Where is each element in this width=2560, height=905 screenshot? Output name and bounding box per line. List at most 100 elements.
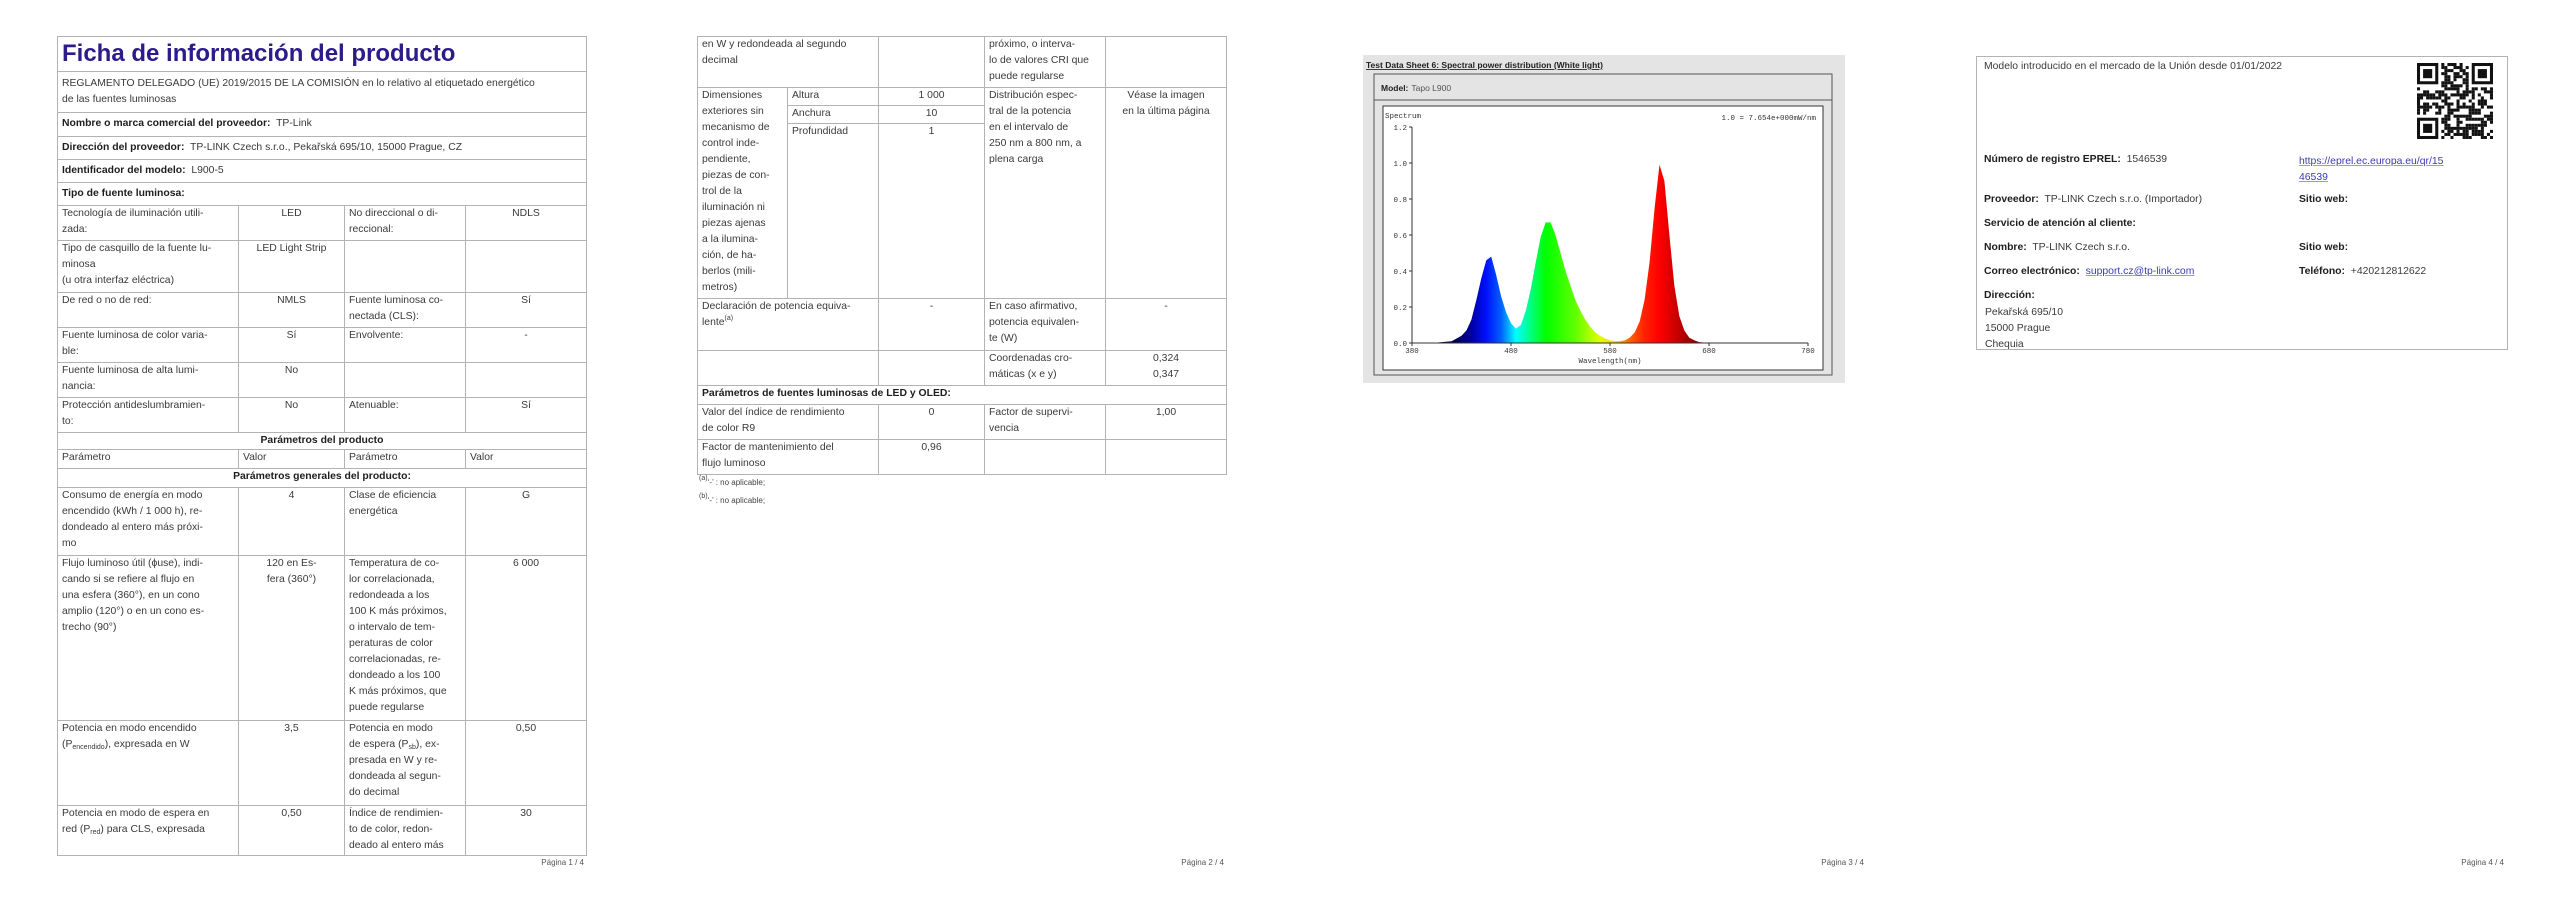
footnote: (b)‘-’ : no aplicable; [699, 493, 765, 505]
param-value: 1,00 [1105, 404, 1228, 440]
address-line: Chequia [1985, 339, 2024, 350]
param-value: 4 [238, 487, 345, 556]
footnote-text: ‘-’ : no aplicable; [707, 478, 766, 487]
param-label: Fuente luminosa co- nectada (CLS): [344, 292, 466, 328]
y-tick-label: 0.8 [1393, 197, 1407, 205]
table-row: Dimensiones exteriores sin mecanismo de … [697, 87, 1228, 299]
param-label: Consumo de energía en modo encendido (kW… [57, 487, 239, 556]
param-label: Potencia en modo de espera en red (Pred)… [57, 805, 239, 856]
model-line: Model: Tapo L900 [1381, 83, 1451, 93]
dimension-width-value: 10 [878, 105, 986, 124]
supplier-name-value: TP-Link [276, 118, 312, 129]
param-value: No [238, 397, 345, 433]
param-label: No direccional o di- reccional: [344, 205, 466, 241]
subscript: red [90, 829, 101, 836]
eprel-label: Número de registro EPREL: [1984, 154, 2121, 165]
supplier-address-row: Dirección del proveedor: TP-LINK Czech s… [57, 136, 587, 160]
table-row: Tipo de casquillo de la fuente lu- minos… [57, 240, 587, 293]
name-value: TP-LINK Czech s.r.o. [2032, 242, 2130, 253]
email-link[interactable]: support.cz@tp-link.com [2086, 266, 2195, 277]
dimensions-label: Dimensiones exteriores sin mecanismo de … [697, 87, 788, 299]
param-label: Factor de mantenimiento del flujo lumino… [696, 439, 880, 475]
model-id-label: Identificador del modelo: [62, 165, 186, 176]
y-tick-label: 0.6 [1393, 233, 1407, 241]
y-tick-label: 1.2 [1393, 125, 1407, 133]
email-label: Correo electrónico: [1984, 266, 2080, 277]
param-label: Potencia en modo encendido (Pencendido),… [57, 720, 239, 806]
param-value: NDLS [465, 205, 587, 241]
scale-annotation: 1.0 = 7.654e+000mW/nm [1721, 115, 1816, 123]
param-label: Fuente luminosa de alta lumi- nancia: [57, 362, 239, 398]
param-label: Índice de rendimien- to de color, redon-… [344, 805, 466, 856]
table-row: Fuente luminosa de color varia- ble: Sí En… [57, 327, 587, 363]
equiv-power-value: - [878, 298, 986, 351]
param-label: De red o no de red: [57, 292, 239, 328]
table-row: Potencia en modo encendido (Pencendido),… [57, 720, 587, 806]
param-value [1105, 439, 1228, 475]
chromaticity-label: Coordenadas cro- máticas (x e y) [984, 350, 1107, 386]
param-value [878, 36, 986, 88]
dimension-depth-label: Profundidad [786, 123, 880, 299]
param-value: 0 [878, 404, 986, 440]
param-label: Tecnología de iluminación utili- zada: [57, 205, 239, 241]
param-value: 120 en Es- fera (360°) [238, 555, 345, 721]
eprel-link[interactable]: https://eprel.ec.europa.eu/qr/15 46539 [2299, 154, 2443, 186]
param-label: Envolvente: [344, 327, 466, 363]
supplier-value: TP-LINK Czech s.r.o. (Importador) [2044, 194, 2203, 205]
col-header-value: Valor [465, 449, 587, 469]
table-row: Potencia en modo de espera en red (Pred)… [57, 805, 587, 856]
col-header-param: Parámetro [57, 449, 239, 469]
eprel-info-box: Modelo introducido en el mercado de la U… [1976, 56, 2508, 350]
led-params-heading: Parámetros de fuentes luminosas de LED y… [696, 385, 1228, 405]
spectrum-chart: Test Data Sheet 6: Spectral power distri… [1363, 55, 1845, 383]
param-label: Tipo de casquillo de la fuente lu- minos… [57, 240, 239, 293]
param-label: Valor del índice de rendimiento de color… [696, 404, 880, 440]
model-value: Tapo L900 [1411, 83, 1451, 93]
param-value: 30 [465, 805, 587, 856]
y-tick-label: 1.0 [1393, 161, 1407, 169]
param-label [344, 240, 466, 293]
regulation-text: REGLAMENTO DELEGADO (UE) 2019/2015 DE LA… [57, 71, 587, 113]
footnote-ref: (a) [724, 315, 734, 322]
param-label [984, 439, 1107, 475]
equiv-power-label: Declaración de potencia equiva- lente(a) [696, 298, 880, 351]
param-value: 0,50 [238, 805, 345, 856]
col-header-value: Valor [238, 449, 345, 469]
footnote: (a)‘-’ : no aplicable; [699, 475, 766, 487]
eprel-link-line: 46539 [2299, 172, 2328, 183]
param-value: LED Light Strip [238, 240, 345, 293]
y-tick-label: 0.0 [1393, 341, 1407, 349]
name-label: Nombre: [1984, 242, 2027, 253]
param-value [1105, 36, 1228, 88]
dimension-depth-value: 1 [878, 123, 986, 299]
x-tick-label: 380 [1405, 348, 1419, 356]
product-info-table: Ficha de información del producto REGLAM… [57, 36, 587, 856]
supplier-name-row: Nombre o marca comercial del proveedor: … [57, 112, 587, 137]
footnote-mark: (b) [699, 493, 708, 500]
param-value: LED [238, 205, 345, 241]
param-value: 3,5 [238, 720, 345, 806]
x-tick-label: 680 [1702, 348, 1716, 356]
param-value [465, 362, 587, 398]
qr-code-icon[interactable] [2417, 63, 2493, 139]
param-label: en W y redondeada al segundo decimal [696, 36, 880, 88]
param-label [344, 362, 466, 398]
spd-label: Distribución espec- tral de la potencia … [984, 87, 1107, 299]
website-label: Sitio web: [2299, 194, 2349, 205]
param-value: No [238, 362, 345, 398]
param-value: Sí [465, 292, 587, 328]
param-label: Fuente luminosa de color varia- ble: [57, 327, 239, 363]
page-number: Página 2 / 4 [1181, 858, 1224, 867]
phone-label: Teléfono: [2299, 266, 2345, 277]
table-row: Declaración de potencia equiva- lente(a)… [696, 298, 1228, 351]
page-title: Ficha de información del producto [57, 36, 587, 72]
empty-cell [696, 350, 880, 386]
table-row: Coordenadas cro- máticas (x e y) 0,324 0… [696, 350, 1228, 386]
equiv-watt-label: En caso afirmativo, potencia equivalen- … [984, 298, 1107, 351]
table-row: Valor del índice de rendimiento de color… [696, 404, 1228, 440]
page-number: Página 4 / 4 [2461, 858, 2504, 867]
param-value: Sí [465, 397, 587, 433]
y-tick-label: 0.4 [1393, 269, 1407, 277]
general-params-heading: Parámetros generales del producto: [57, 468, 587, 488]
param-label: Protección antideslumbramien- to: [57, 397, 239, 433]
